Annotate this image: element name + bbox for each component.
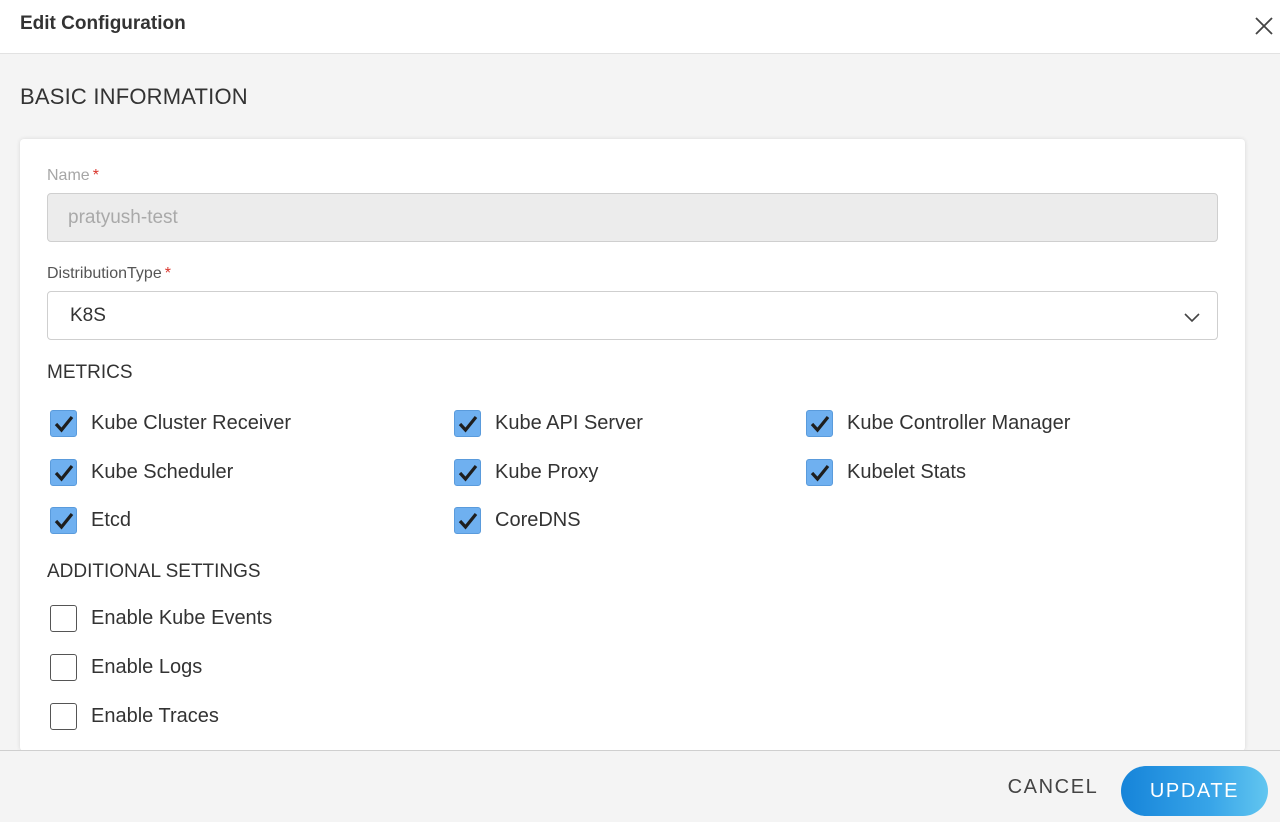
name-label-text: Name xyxy=(47,167,90,184)
checkbox-label: Enable Kube Events xyxy=(91,607,273,629)
distribution-type-select[interactable]: K8S xyxy=(47,291,1218,340)
update-button[interactable]: UPDATE xyxy=(1121,766,1268,816)
metrics-heading: METRICS xyxy=(47,362,133,383)
dialog-title: Edit Configuration xyxy=(20,13,186,34)
name-field[interactable]: pratyush-test xyxy=(47,193,1218,242)
checkbox-kube-controller-manager[interactable]: Kube Controller Manager xyxy=(806,410,1070,437)
required-mark: * xyxy=(92,167,99,184)
checkbox-unchecked[interactable] xyxy=(50,703,77,730)
checkbox-checked[interactable] xyxy=(454,410,481,437)
checkbox-kube-scheduler[interactable]: Kube Scheduler xyxy=(50,459,233,486)
checkbox-checked[interactable] xyxy=(454,459,481,486)
additional-settings-heading: ADDITIONAL SETTINGS xyxy=(47,561,261,582)
required-mark: * xyxy=(164,265,171,282)
checkbox-etcd[interactable]: Etcd xyxy=(50,507,131,534)
checkbox-label: Kube Controller Manager xyxy=(847,412,1071,434)
chevron-down-icon xyxy=(1183,308,1201,326)
checkbox-label: Kube Cluster Receiver xyxy=(91,412,292,434)
distribution-type-label: DistributionType * xyxy=(47,265,171,283)
checkbox-kube-cluster-receiver[interactable]: Kube Cluster Receiver xyxy=(50,410,291,437)
checkbox-checked[interactable] xyxy=(50,507,77,534)
name-label: Name * xyxy=(47,167,99,185)
cancel-button[interactable]: CANCEL xyxy=(1003,776,1103,806)
checkbox-label: Etcd xyxy=(91,509,132,531)
checkbox-label: Enable Traces xyxy=(91,705,219,727)
checkbox-label: Kube Scheduler xyxy=(91,461,234,483)
checkbox-label: Enable Logs xyxy=(91,656,203,678)
distribution-type-value: K8S xyxy=(70,305,106,326)
checkbox-checked[interactable] xyxy=(806,459,833,486)
checkbox-label: Kubelet Stats xyxy=(847,461,966,483)
checkbox-label: Kube Proxy xyxy=(495,461,599,483)
checkbox-kube-api-server[interactable]: Kube API Server xyxy=(454,410,643,437)
dialog-header: Edit Configuration xyxy=(0,0,1280,54)
checkbox-coredns[interactable]: CoreDNS xyxy=(454,507,581,534)
checkbox-checked[interactable] xyxy=(50,410,77,437)
checkbox-unchecked[interactable] xyxy=(50,654,77,681)
checkbox-checked[interactable] xyxy=(50,459,77,486)
checkbox-checked[interactable] xyxy=(454,507,481,534)
distribution-type-label-text: DistributionType xyxy=(47,265,162,282)
close-icon[interactable] xyxy=(1253,15,1275,37)
checkbox-kube-proxy[interactable]: Kube Proxy xyxy=(454,459,598,486)
checkbox-label: CoreDNS xyxy=(495,509,581,531)
checkbox-label: Kube API Server xyxy=(495,412,643,434)
checkbox-enable-kube-events[interactable]: Enable Kube Events xyxy=(50,605,272,632)
checkbox-enable-traces[interactable]: Enable Traces xyxy=(50,703,219,730)
checkbox-kubelet-stats[interactable]: Kubelet Stats xyxy=(806,459,966,486)
checkbox-checked[interactable] xyxy=(806,410,833,437)
checkbox-unchecked[interactable] xyxy=(50,605,77,632)
configuration-card: Name * pratyush-test DistributionType * K8… xyxy=(20,139,1245,751)
checkbox-enable-logs[interactable]: Enable Logs xyxy=(50,654,202,681)
dialog-footer: CANCEL UPDATE xyxy=(0,750,1280,822)
basic-information-heading: BASIC INFORMATION xyxy=(20,84,248,109)
